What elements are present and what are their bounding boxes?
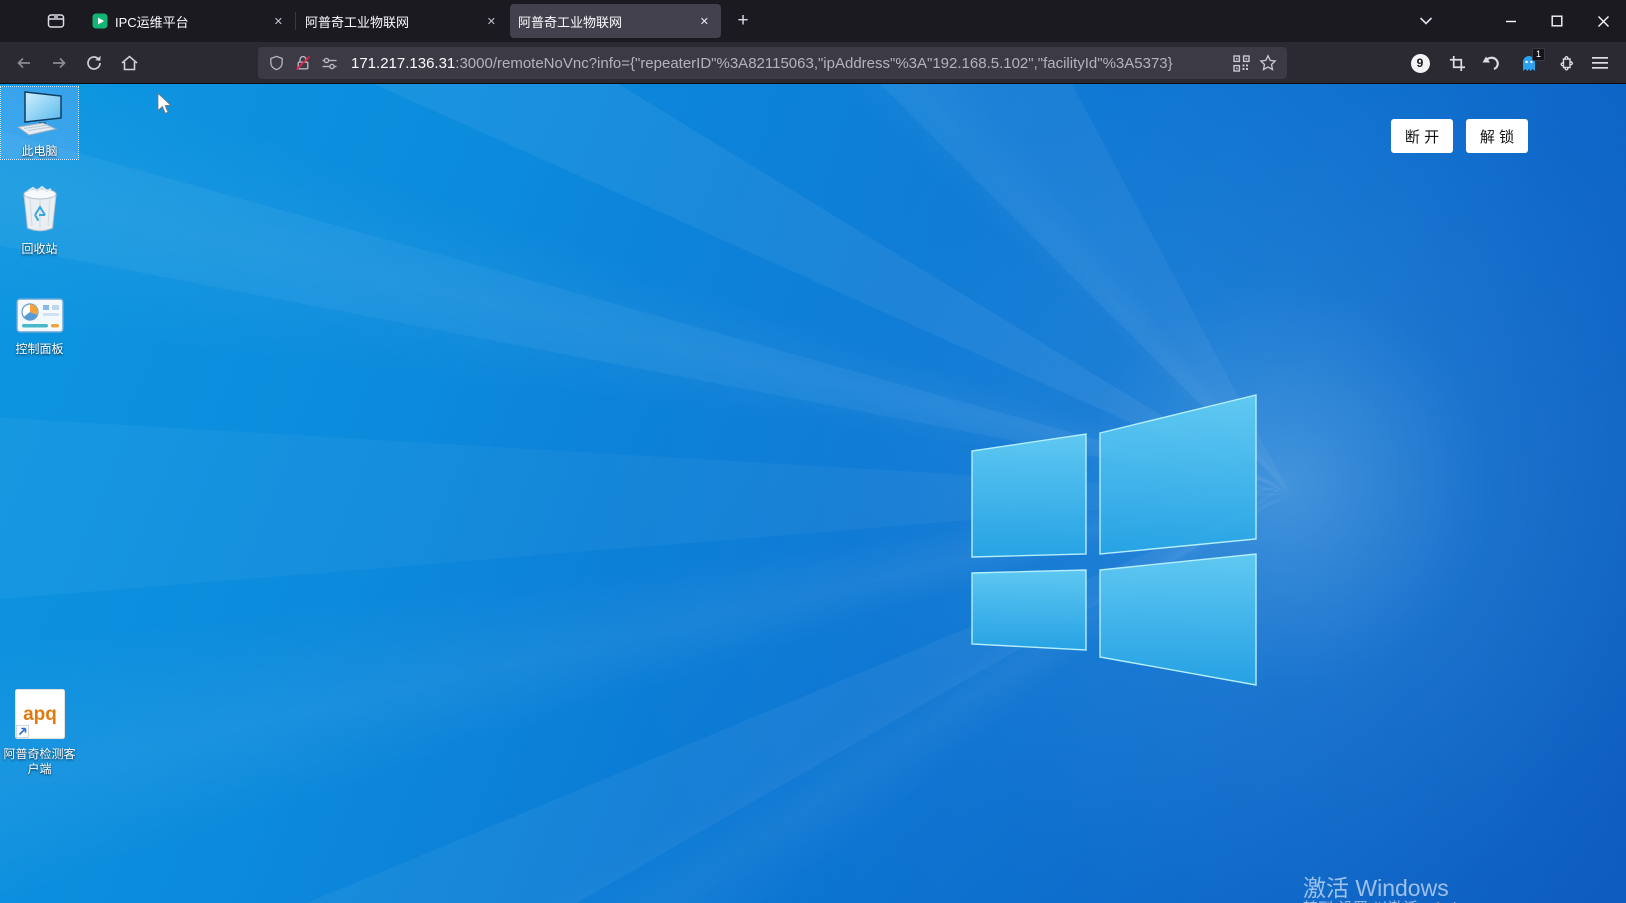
extensions-button[interactable]	[1548, 47, 1582, 79]
firefox-view-button[interactable]	[38, 4, 74, 38]
undo-extension-button[interactable]	[1474, 47, 1508, 79]
back-arrow-icon	[15, 54, 33, 72]
permissions-sliders-icon	[321, 55, 338, 72]
reload-icon	[85, 54, 103, 72]
firefox-view-icon	[47, 12, 65, 30]
tab-ipc-platform[interactable]: IPC运维平台 ✕	[84, 4, 295, 38]
download-manager-button[interactable]: 1	[1512, 47, 1546, 79]
tab-favicon-play-icon	[92, 13, 108, 29]
wallpaper-light-beams	[0, 84, 1626, 903]
tab-close-icon[interactable]: ✕	[696, 13, 713, 30]
unlock-button[interactable]: 解 锁	[1466, 119, 1528, 153]
hamburger-menu-icon	[1592, 56, 1608, 70]
desktop-icon-label: 阿普奇检测客户端	[1, 747, 78, 777]
tab-apq-iot-2-active[interactable]: 阿普奇工业物联网 ✕	[510, 4, 721, 38]
desktop-icon-this-pc[interactable]: 此电脑	[1, 87, 78, 159]
close-button[interactable]	[1580, 0, 1626, 42]
minimize-icon	[1505, 15, 1517, 27]
back-button[interactable]	[8, 47, 40, 79]
desktop-icon-label: 控制面板	[1, 342, 78, 357]
tab-title: 阿普奇工业物联网	[305, 12, 476, 31]
maximize-button[interactable]	[1534, 0, 1580, 42]
crop-icon	[1449, 55, 1466, 72]
qr-code-icon[interactable]	[1233, 55, 1250, 72]
desktop-icon-label: 回收站	[1, 242, 78, 257]
apq-logo-text: apq	[23, 704, 57, 725]
apq-client-icon: apq	[15, 689, 65, 744]
navigation-toolbar: 171.217.136.31:3000/remoteNoVnc?info={"r…	[0, 42, 1626, 84]
disconnect-button[interactable]: 断 开	[1391, 119, 1453, 153]
url-bar[interactable]: 171.217.136.31:3000/remoteNoVnc?info={"r…	[258, 47, 1287, 79]
extension-badge-9-button[interactable]: 9	[1403, 47, 1437, 79]
screenshot-crop-button[interactable]	[1440, 47, 1474, 79]
forward-arrow-icon	[50, 54, 68, 72]
url-host: 171.217.136.31	[351, 55, 455, 72]
tab-apq-iot-1[interactable]: 阿普奇工业物联网 ✕	[297, 4, 508, 38]
desktop-icon-control-panel[interactable]: 控制面板	[1, 288, 78, 362]
home-icon	[120, 54, 139, 72]
tab-bar: IPC运维平台 ✕ 阿普奇工业物联网 ✕ 阿普奇工业物联网 ✕ +	[0, 0, 1626, 42]
url-path: :3000/remoteNoVnc?info={"repeaterID"%3A8…	[455, 55, 1172, 72]
insecure-connection-lock-icon	[294, 54, 312, 72]
activate-windows-watermark-line2: 转到“设置”以激活 Windows。	[1303, 897, 1498, 903]
desktop-icon-apq-client[interactable]: apq 阿普奇检测客户端	[1, 685, 78, 781]
tab-close-icon[interactable]: ✕	[270, 13, 287, 30]
windows-logo	[958, 383, 1258, 688]
mouse-cursor-icon	[156, 92, 173, 116]
tracking-protection-shield-icon	[268, 55, 285, 72]
tab-title: 阿普奇工业物联网	[518, 12, 689, 31]
recycle-bin-icon	[18, 184, 62, 239]
undo-arrow-icon	[1482, 55, 1500, 71]
control-panel-icon	[16, 292, 64, 339]
this-pc-icon	[16, 91, 64, 141]
list-all-tabs-button[interactable]	[1408, 4, 1444, 38]
new-tab-button[interactable]: +	[726, 4, 760, 38]
maximize-icon	[1551, 15, 1563, 27]
tab-close-icon[interactable]: ✕	[483, 13, 500, 30]
forward-button[interactable]	[43, 47, 75, 79]
chevron-down-icon	[1419, 15, 1433, 27]
extension-9-icon: 9	[1411, 54, 1430, 73]
url-text[interactable]: 171.217.136.31:3000/remoteNoVnc?info={"r…	[351, 55, 1224, 72]
desktop-icon-label: 此电脑	[1, 144, 78, 159]
download-count-badge: 1	[1532, 48, 1545, 61]
minimize-button[interactable]	[1488, 0, 1534, 42]
tab-title: IPC运维平台	[115, 12, 263, 31]
home-button[interactable]	[113, 47, 145, 79]
app-menu-button[interactable]	[1583, 47, 1617, 79]
puzzle-piece-icon	[1556, 54, 1574, 72]
bookmark-star-icon[interactable]	[1259, 54, 1277, 72]
desktop-icon-recycle-bin[interactable]: 回收站	[1, 180, 78, 256]
reload-button[interactable]	[78, 47, 110, 79]
remote-desktop-viewport[interactable]: 此电脑 回收站	[0, 84, 1626, 903]
close-icon	[1597, 15, 1610, 28]
